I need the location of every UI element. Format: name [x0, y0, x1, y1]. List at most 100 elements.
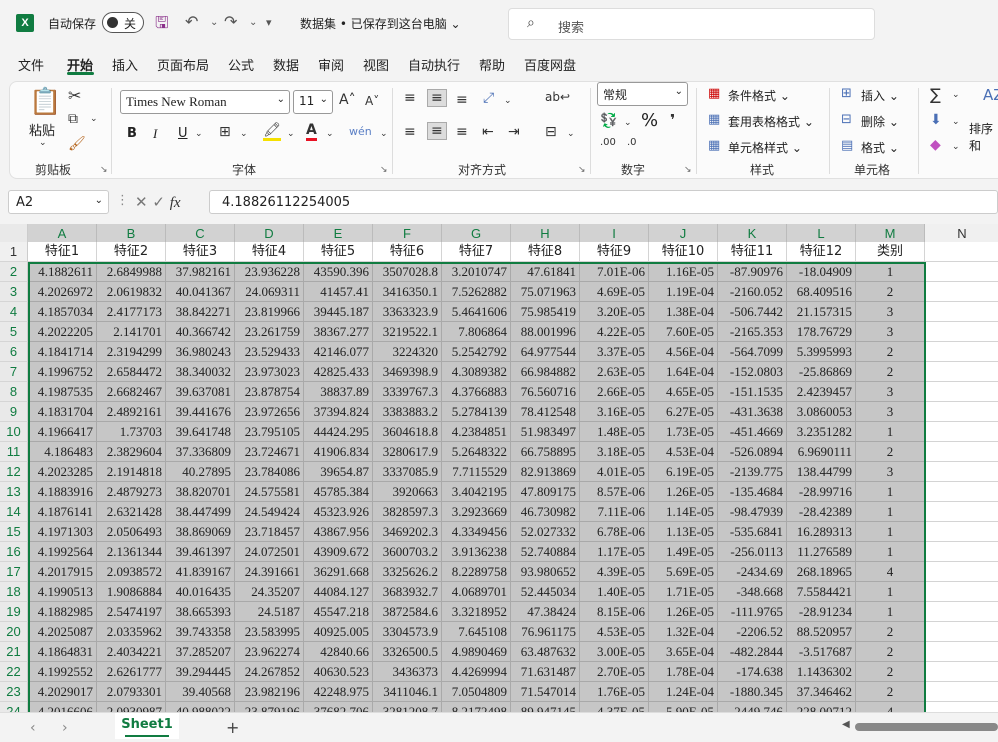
- data-cell[interactable]: 24.549424: [235, 502, 304, 522]
- data-cell[interactable]: 1.1436302: [787, 662, 856, 682]
- data-cell[interactable]: 1.24E-04: [649, 682, 718, 702]
- data-cell[interactable]: 7.806864: [442, 322, 511, 342]
- menu-file[interactable]: 文件: [18, 55, 44, 74]
- data-cell[interactable]: 4.1996752: [28, 362, 97, 382]
- data-cell[interactable]: 2.1914818: [97, 462, 166, 482]
- data-cell[interactable]: 4.65E-05: [649, 382, 718, 402]
- data-cell[interactable]: 24.575581: [235, 482, 304, 502]
- data-cell[interactable]: 3.0860053: [787, 402, 856, 422]
- data-cell[interactable]: -28.42389: [787, 502, 856, 522]
- data-cell[interactable]: 75.985419: [511, 302, 580, 322]
- data-cell[interactable]: [925, 422, 998, 442]
- data-cell[interactable]: [925, 442, 998, 462]
- data-cell[interactable]: 4.1882611: [28, 262, 97, 282]
- phonetic-dropdown-icon[interactable]: ⌄: [380, 129, 388, 139]
- copy-icon[interactable]: ⧉: [68, 111, 78, 127]
- add-sheet-icon[interactable]: +: [226, 718, 239, 737]
- data-cell[interactable]: 1: [856, 582, 925, 602]
- menu-data[interactable]: 数据: [273, 55, 299, 74]
- bold-button[interactable]: B: [127, 126, 137, 141]
- row-header[interactable]: 22: [0, 662, 28, 682]
- delete-cells-icon[interactable]: ⊟: [841, 112, 852, 127]
- data-cell[interactable]: 6.19E-05: [649, 462, 718, 482]
- data-cell[interactable]: 4.0689701: [442, 582, 511, 602]
- data-cell[interactable]: 3325626.2: [373, 562, 442, 582]
- header-cell[interactable]: 特征5: [304, 242, 373, 262]
- data-cell[interactable]: 42248.975: [304, 682, 373, 702]
- row-header[interactable]: 8: [0, 382, 28, 402]
- data-cell[interactable]: 4.2029017: [28, 682, 97, 702]
- row-header[interactable]: 20: [0, 622, 28, 642]
- column-header-j[interactable]: J: [649, 224, 718, 244]
- data-cell[interactable]: [925, 362, 998, 382]
- column-header-e[interactable]: E: [304, 224, 373, 244]
- data-cell[interactable]: 39445.187: [304, 302, 373, 322]
- data-cell[interactable]: 1.26E-05: [649, 602, 718, 622]
- data-cell[interactable]: 23.819966: [235, 302, 304, 322]
- data-cell[interactable]: -111.9765: [718, 602, 787, 622]
- data-cell[interactable]: -152.0803: [718, 362, 787, 382]
- cell-styles-icon[interactable]: ▦: [708, 138, 720, 153]
- borders-dropdown-icon[interactable]: ⌄: [240, 129, 248, 139]
- column-header-k[interactable]: K: [718, 224, 787, 244]
- data-cell[interactable]: 1.9086884: [97, 582, 166, 602]
- header-cell[interactable]: 特征11: [718, 242, 787, 262]
- data-cell[interactable]: 6.78E-06: [580, 522, 649, 542]
- data-cell[interactable]: 23.261759: [235, 322, 304, 342]
- data-cell[interactable]: -2434.69: [718, 562, 787, 582]
- data-cell[interactable]: 1.26E-05: [649, 482, 718, 502]
- data-cell[interactable]: 39.441676: [166, 402, 235, 422]
- data-cell[interactable]: 2: [856, 662, 925, 682]
- data-cell[interactable]: 3363323.9: [373, 302, 442, 322]
- data-cell[interactable]: 3.65E-04: [649, 642, 718, 662]
- data-cell[interactable]: [925, 462, 998, 482]
- data-cell[interactable]: -151.1535: [718, 382, 787, 402]
- row-header[interactable]: 23: [0, 682, 28, 702]
- data-cell[interactable]: 36.980243: [166, 342, 235, 362]
- data-cell[interactable]: 3383883.2: [373, 402, 442, 422]
- data-cell[interactable]: 6.9690111: [787, 442, 856, 462]
- data-cell[interactable]: 23.982196: [235, 682, 304, 702]
- data-cell[interactable]: [925, 662, 998, 682]
- data-cell[interactable]: 4.2025087: [28, 622, 97, 642]
- data-cell[interactable]: 2: [856, 362, 925, 382]
- data-cell[interactable]: 40630.523: [304, 662, 373, 682]
- menu-insert[interactable]: 插入: [112, 55, 138, 74]
- align-middle-icon[interactable]: ≡: [427, 89, 447, 107]
- row-header[interactable]: 18: [0, 582, 28, 602]
- data-cell[interactable]: [925, 262, 998, 282]
- data-cell[interactable]: 4.2022205: [28, 322, 97, 342]
- comma-style-icon[interactable]: ❜: [670, 111, 675, 129]
- data-cell[interactable]: 2.0938572: [97, 562, 166, 582]
- data-cell[interactable]: 43867.956: [304, 522, 373, 542]
- data-cell[interactable]: 3: [856, 402, 925, 422]
- data-cell[interactable]: 24.35207: [235, 582, 304, 602]
- data-cell[interactable]: 3.37E-05: [580, 342, 649, 362]
- data-cell[interactable]: 4.1992564: [28, 542, 97, 562]
- data-cell[interactable]: 82.913869: [511, 462, 580, 482]
- data-cell[interactable]: 1.76E-05: [580, 682, 649, 702]
- data-cell[interactable]: 3.3218952: [442, 602, 511, 622]
- data-cell[interactable]: 4.1987535: [28, 382, 97, 402]
- number-launcher-icon[interactable]: ↘: [684, 165, 692, 175]
- column-header-i[interactable]: I: [580, 224, 649, 244]
- select-all-corner[interactable]: [0, 224, 28, 244]
- format-cells-button[interactable]: 格式 ⌄: [861, 139, 899, 156]
- data-cell[interactable]: 3416350.1: [373, 282, 442, 302]
- sort-filter-icon[interactable]: AZ: [983, 86, 998, 104]
- data-cell[interactable]: 24.069311: [235, 282, 304, 302]
- header-cell[interactable]: 特征8: [511, 242, 580, 262]
- data-cell[interactable]: -526.0894: [718, 442, 787, 462]
- name-box[interactable]: A2 ⌄: [8, 190, 109, 214]
- data-cell[interactable]: 2.6682467: [97, 382, 166, 402]
- data-cell[interactable]: 2.0619832: [97, 282, 166, 302]
- data-cell[interactable]: [925, 622, 998, 642]
- data-cell[interactable]: 3: [856, 382, 925, 402]
- conditional-format-button[interactable]: 条件格式 ⌄: [728, 87, 790, 104]
- data-cell[interactable]: 42146.077: [304, 342, 373, 362]
- next-sheet-icon[interactable]: ›: [62, 720, 68, 736]
- data-cell[interactable]: 5.90E-05: [649, 702, 718, 712]
- data-cell[interactable]: 24.391661: [235, 562, 304, 582]
- align-top-icon[interactable]: ≡: [404, 90, 416, 106]
- data-cell[interactable]: 3339767.3: [373, 382, 442, 402]
